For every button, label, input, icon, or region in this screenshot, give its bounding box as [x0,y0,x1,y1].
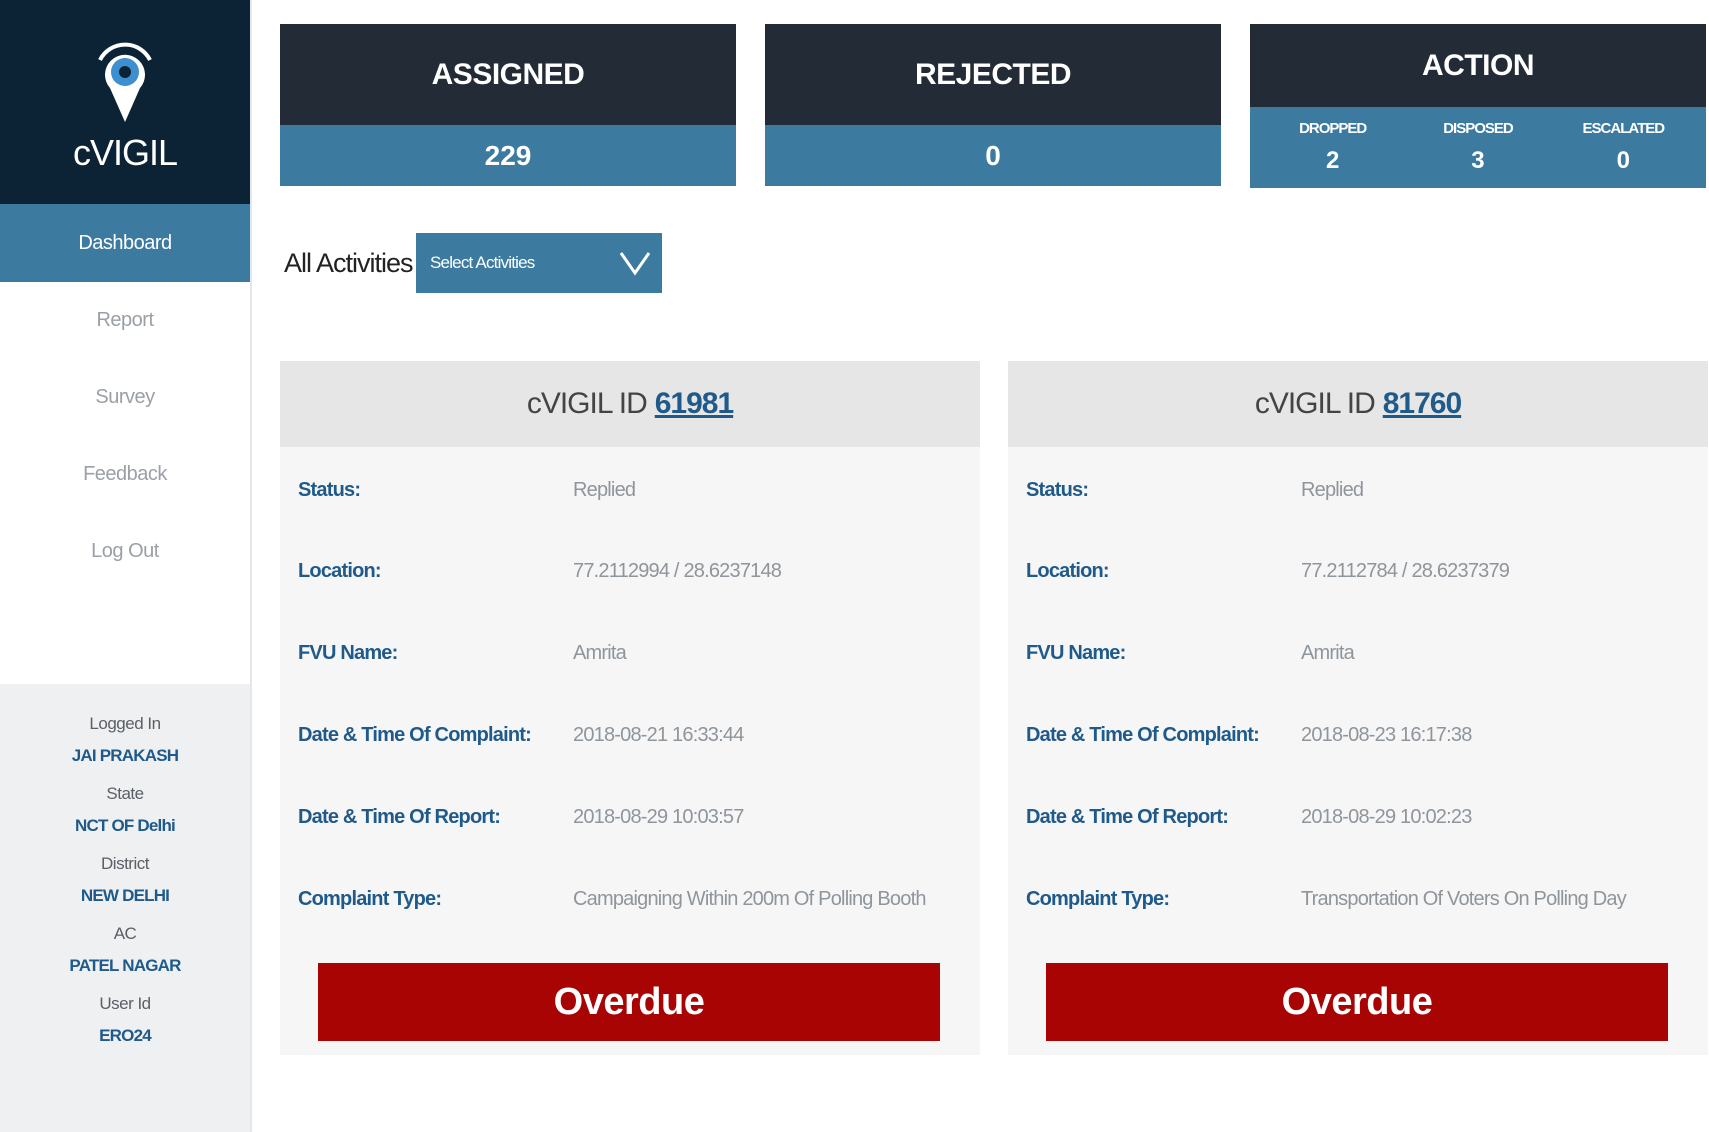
sidebar-item-feedback[interactable]: Feedback [0,436,250,513]
assigned-stat-label: ASSIGNED [280,24,736,125]
sidebar-item-survey[interactable]: Survey [0,359,250,436]
complaint-time-row: Date & Time Of Complaint: 2018-08-23 16:… [1026,715,1698,755]
location-label: Location: [298,559,382,582]
user-info-label: District [101,854,149,873]
complaint-card-header: cVIGIL ID 81760 [1008,361,1708,447]
user-info-label: AC [113,924,137,943]
report-time-label: Date & Time Of Report: [298,805,501,828]
location-pin-icon [98,42,152,123]
complaint-time-label: Date & Time Of Complaint: [298,723,532,746]
status-label: Status: [1026,478,1089,501]
action-escalated-label: ESCALATED [1582,120,1666,137]
complaint-time-value: 2018-08-21 16:33:44 [573,723,744,746]
action-escalated[interactable]: ESCALATED 0 [1558,120,1688,175]
location-label: Location: [1026,559,1110,582]
action-stat-card: ACTION DROPPED 2 DISPOSED 3 ESCALATED 0 [1250,24,1706,188]
assigned-stat-card[interactable]: ASSIGNED 229 [280,24,736,186]
complaint-card: cVIGIL ID 61981 Status: Replied Location… [280,361,980,1055]
fvu-name-row: FVU Name: Amrita [1026,633,1698,673]
user-info-user-id: User Id ERO24 [0,994,250,1046]
sidebar-item-logout[interactable]: Log Out [0,513,250,590]
action-dropped-value: 2 [1325,147,1340,174]
fvu-name-label: FVU Name: [298,641,398,664]
report-time-row: Date & Time Of Report: 2018-08-29 10:02:… [1026,797,1698,837]
logo: cVIGIL [0,0,250,204]
location-value: 77.2112994 / 28.6237148 [573,559,782,582]
user-info-district: District NEW DELHI [0,854,250,906]
rejected-stat-value: 0 [765,125,1221,186]
fvu-name-row: FVU Name: Amrita [298,633,970,673]
action-stat-breakdown: DROPPED 2 DISPOSED 3 ESCALATED 0 [1250,107,1706,188]
rejected-stat-label: REJECTED [765,24,1221,125]
overdue-button[interactable]: Overdue [1046,963,1668,1041]
user-info-value: ERO24 [99,1026,152,1045]
fvu-name-value: Amrita [573,641,627,664]
user-info-value: NCT OF Delhi [75,816,176,835]
status-value: Replied [1301,478,1364,501]
complaint-card: cVIGIL ID 81760 Status: Replied Location… [1008,361,1708,1055]
status-label: Status: [298,478,361,501]
logo-text: cVIGIL [72,132,178,173]
action-dropped-label: DROPPED [1299,120,1367,137]
complaint-type-row: Complaint Type: Campaigning Within 200m … [298,879,970,919]
complaint-type-label: Complaint Type: [298,887,442,910]
action-escalated-value: 0 [1616,147,1630,174]
action-disposed[interactable]: DISPOSED 3 [1413,120,1543,175]
complaint-type-label: Complaint Type: [1026,887,1170,910]
complaint-time-value: 2018-08-23 16:17:38 [1301,723,1472,746]
user-info-panel: Logged In JAI PRAKASH State NCT OF Delhi… [0,684,250,1132]
complaint-id-prefix: cVIGIL ID [1254,387,1376,420]
user-info-logged-in: Logged In JAI PRAKASH [0,714,250,766]
sidebar-item-report[interactable]: Report [0,282,250,359]
user-info-value: NEW DELHI [80,886,170,905]
fvu-name-value: Amrita [1301,641,1355,664]
sidebar-nav: Dashboard Report Survey Feedback Log Out [0,204,250,590]
complaint-time-row: Date & Time Of Complaint: 2018-08-21 16:… [298,715,970,755]
location-row: Location: 77.2112784 / 28.6237379 [1026,551,1698,591]
action-stat-label: ACTION [1250,24,1706,107]
complaint-id-link[interactable]: 81760 [1383,387,1462,421]
user-info-value: JAI PRAKASH [71,746,179,765]
status-row: Status: Replied [1026,470,1698,510]
user-info-label: State [106,784,144,803]
action-disposed-value: 3 [1471,147,1485,174]
user-info-label: Logged In [89,714,161,733]
report-time-value: 2018-08-29 10:02:23 [1301,805,1472,828]
sidebar: cVIGIL Dashboard Report Survey Feedback … [0,0,252,1132]
complaint-type-row: Complaint Type: Transportation Of Voters… [1026,879,1698,919]
status-value: Replied [573,478,636,501]
complaint-type-value: Campaigning Within 200m Of Polling Booth [573,887,926,910]
complaint-time-label: Date & Time Of Complaint: [1026,723,1260,746]
action-dropped[interactable]: DROPPED 2 [1268,120,1398,175]
action-disposed-label: DISPOSED [1443,120,1514,137]
status-row: Status: Replied [298,470,970,510]
location-value: 77.2112784 / 28.6237379 [1301,559,1510,582]
rejected-stat-card[interactable]: REJECTED 0 [765,24,1221,186]
user-info-label: User Id [99,994,151,1013]
activities-filter-label: All Activities [284,248,414,278]
activities-select[interactable]: Select Activities [416,233,662,293]
complaint-id-link[interactable]: 61981 [655,387,734,421]
user-info-ac: AC PATEL NAGAR [0,924,250,976]
complaint-card-header: cVIGIL ID 61981 [280,361,980,447]
activities-select-value: Select Activities [430,253,535,272]
complaint-type-value: Transportation Of Voters On Polling Day [1301,887,1627,910]
complaint-id-prefix: cVIGIL ID [526,387,648,420]
overdue-button[interactable]: Overdue [318,963,940,1041]
fvu-name-label: FVU Name: [1026,641,1126,664]
report-time-row: Date & Time Of Report: 2018-08-29 10:03:… [298,797,970,837]
sidebar-item-dashboard[interactable]: Dashboard [0,204,250,282]
chevron-down-icon [619,252,651,276]
location-row: Location: 77.2112994 / 28.6237148 [298,551,970,591]
report-time-label: Date & Time Of Report: [1026,805,1229,828]
report-time-value: 2018-08-29 10:03:57 [573,805,744,828]
user-info-state: State NCT OF Delhi [0,784,250,836]
assigned-stat-value: 229 [280,125,736,186]
user-info-value: PATEL NAGAR [69,956,181,975]
